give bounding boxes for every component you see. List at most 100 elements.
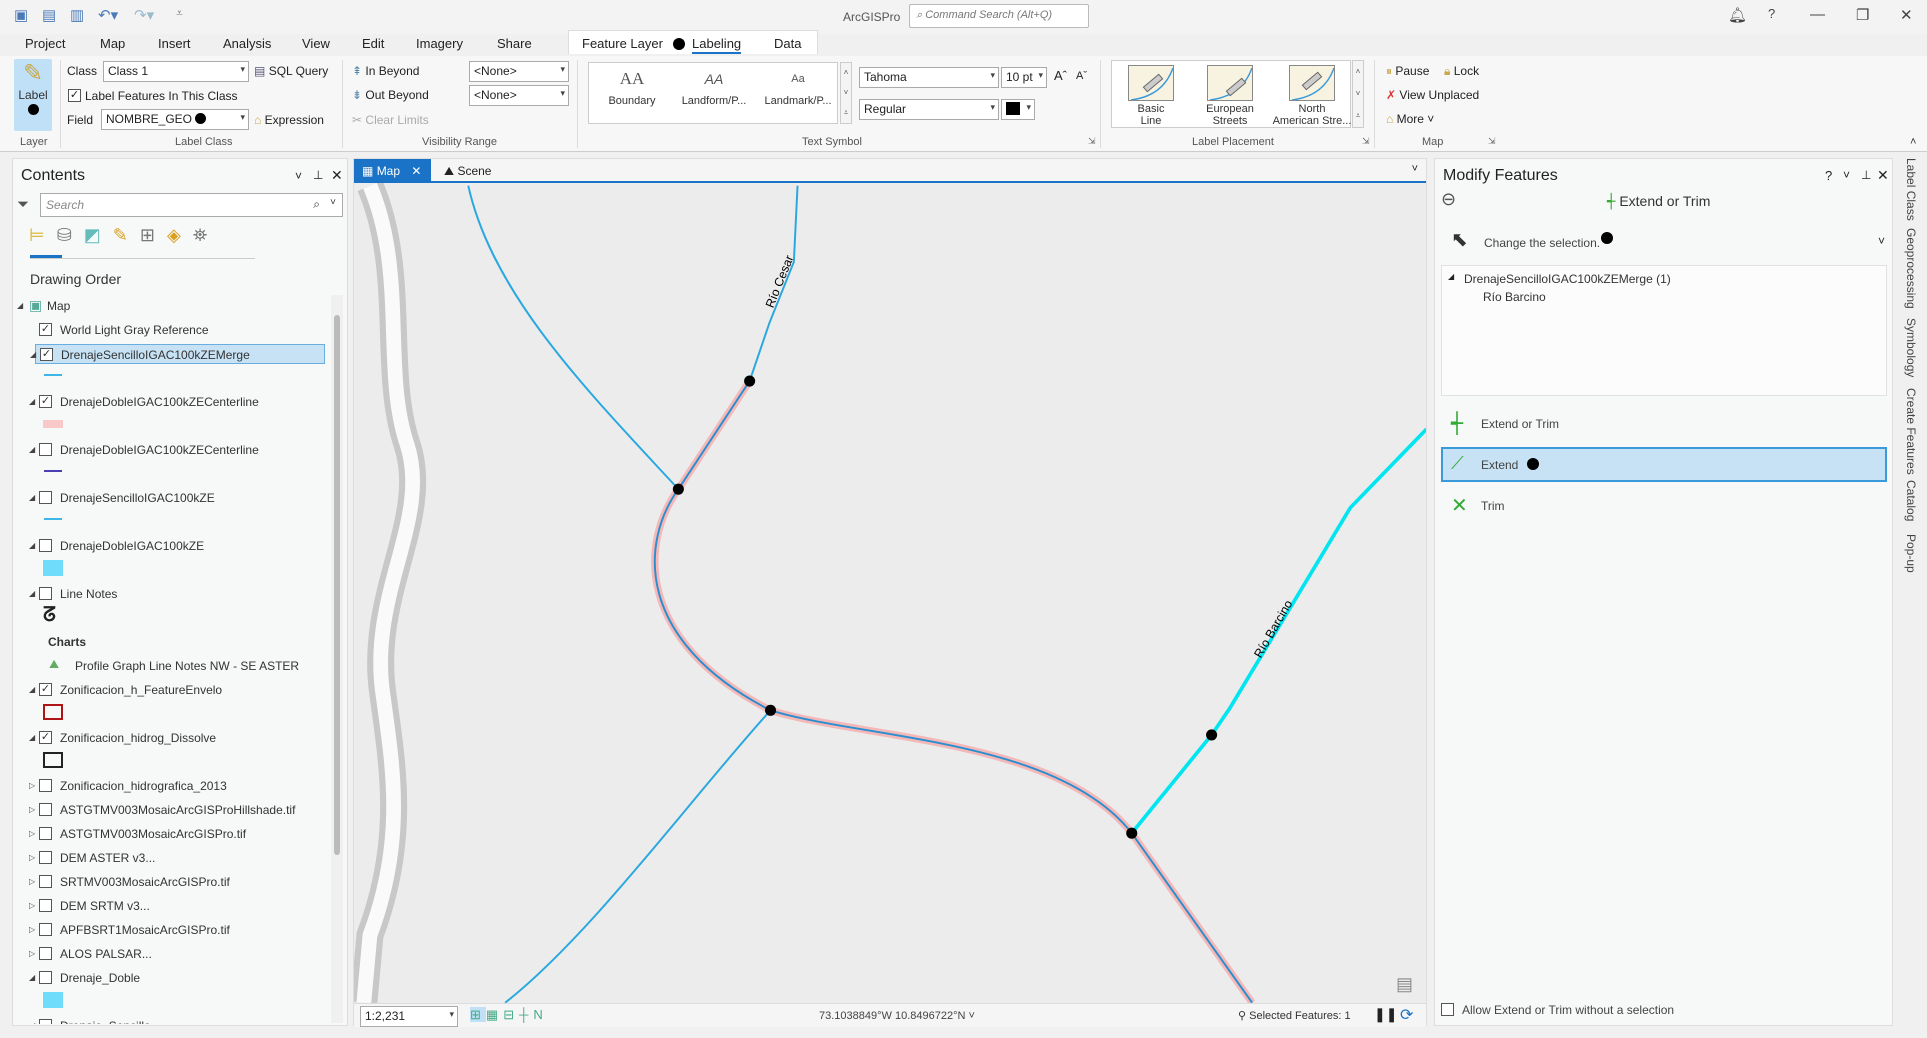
layer-visibility-checkbox[interactable] <box>39 899 52 912</box>
font-size-dropdown[interactable]: 10 pt <box>1001 67 1047 88</box>
out-beyond-dropdown[interactable]: <None> <box>469 85 569 106</box>
allow-extend-trim-checkbox[interactable] <box>1441 1003 1454 1016</box>
close-window-icon[interactable]: ✕ <box>1900 6 1913 24</box>
side-tab-catalog[interactable]: Catalog <box>1904 480 1918 521</box>
dialog-launcher-icon[interactable]: ⇲ <box>1088 136 1096 147</box>
layer-visibility-checkbox[interactable]: ✓ <box>39 731 52 744</box>
collapse-icon[interactable]: ◢ <box>29 1021 35 1024</box>
expand-icon[interactable]: ▷ <box>29 829 35 838</box>
refresh-icon[interactable]: ⟳ <box>1400 1005 1413 1025</box>
layer-item[interactable]: ◢ ✓ DrenajeDobleIGAC100kZECenterline <box>13 392 323 412</box>
coordinate-readout[interactable]: 73.1038849°W 10.8496722°N ˅ <box>819 1010 975 1022</box>
constraints-icon[interactable]: ⊟ <box>503 1007 519 1022</box>
tabs-overflow-icon[interactable]: ˅ <box>1412 163 1418 175</box>
layer-item[interactable]: ▷ DEM ASTER v3... <box>13 848 323 868</box>
collapse-icon[interactable]: ◢ <box>29 589 35 598</box>
snapping-toggle-icon[interactable]: ⊞ <box>470 1007 486 1022</box>
placement-basic-line[interactable]: Basic Line <box>1116 65 1186 127</box>
sql-query-button[interactable]: ▤ SQL Query <box>254 64 328 78</box>
minimize-icon[interactable]: — <box>1810 6 1825 23</box>
layer-item[interactable]: ✓ World Light Gray Reference <box>13 320 323 340</box>
collapse-icon[interactable]: ◢ <box>17 301 23 310</box>
side-tab-label-class[interactable]: Label Class <box>1904 158 1918 221</box>
open-project-icon[interactable]: ▤ <box>42 6 56 24</box>
layer-visibility-checkbox[interactable] <box>39 779 52 792</box>
labeling-icon[interactable]: ◈ <box>167 225 193 245</box>
close-tab-icon[interactable]: ✕ <box>411 164 421 178</box>
collapse-icon[interactable]: ◢ <box>29 973 35 982</box>
more-button[interactable]: ⌂ More ˅ <box>1386 112 1434 126</box>
map-notes-icon[interactable]: ▤ <box>1396 974 1413 995</box>
tab-scene-view[interactable]: ⛰︎ Scene <box>438 159 497 183</box>
layer-item[interactable]: ◢ Line Notes <box>13 584 323 604</box>
redo-icon[interactable]: ↷▾ <box>134 6 154 24</box>
layer-item[interactable]: ▷ APFBSRT1MosaicArcGISPro.tif <box>13 920 323 940</box>
layer-visibility-checkbox[interactable] <box>39 827 52 840</box>
collapse-icon[interactable]: ◢ <box>29 733 35 742</box>
placement-gallery-scroll[interactable]: ˄ ˅ ⩡ <box>1352 60 1364 128</box>
layer-item[interactable]: ▷ ASTGTMV003MosaicArcGISPro.tif <box>13 824 323 844</box>
class-dropdown[interactable]: Class 1 <box>103 61 249 82</box>
font-dropdown[interactable]: Tahoma <box>859 67 999 88</box>
expand-icon[interactable]: ▷ <box>29 853 35 862</box>
view-unplaced-button[interactable]: ✗ View Unplaced <box>1386 88 1479 102</box>
layer-visibility-checkbox[interactable]: ✓ <box>39 323 52 336</box>
increase-font-icon[interactable]: Aˆ <box>1054 68 1067 83</box>
pin-icon[interactable]: ⊥ <box>313 168 323 182</box>
undo-icon[interactable]: ↶▾ <box>98 6 118 24</box>
layer-visibility-checkbox[interactable] <box>39 947 52 960</box>
tab-view[interactable]: View <box>302 36 330 51</box>
font-style-dropdown[interactable]: Regular <box>859 99 999 120</box>
tool-extend-or-trim[interactable]: ┽ Extend or Trim <box>1441 407 1887 441</box>
editing-icon[interactable]: ✎ <box>113 225 140 245</box>
layer-item[interactable]: ▷ ALOS PALSAR... <box>13 944 323 964</box>
expand-icon[interactable]: ▷ <box>29 901 35 910</box>
new-project-icon[interactable]: ▣ <box>14 6 28 24</box>
map-canvas[interactable]: Río Cesar Río Barcino <box>354 183 1426 1003</box>
text-color-dropdown[interactable] <box>1001 99 1035 120</box>
collapse-icon[interactable]: ◢ <box>29 397 35 406</box>
field-dropdown[interactable]: NOMBRE_GEO <box>101 109 249 130</box>
correction-icon[interactable]: ┼ <box>519 1007 533 1022</box>
expand-icon[interactable]: ◢ <box>1448 272 1454 281</box>
help-icon[interactable]: ? <box>1825 168 1832 183</box>
clear-limits-button[interactable]: ✂ Clear Limits <box>352 113 429 127</box>
snapping-icon[interactable]: ⊞ <box>140 225 167 245</box>
gallery-scroll[interactable]: ˄ ˅ ⩡ <box>840 62 852 124</box>
pane-options-icon[interactable]: ˅ <box>1843 168 1850 182</box>
side-tab-popup[interactable]: Pop-up <box>1904 534 1918 573</box>
expression-button[interactable]: ⌂ Expression <box>254 113 324 127</box>
tab-map-view[interactable]: ▦ Map ✕ <box>354 159 431 183</box>
collapse-ribbon-icon[interactable]: ˄ <box>1910 136 1916 148</box>
collapse-icon[interactable]: ◢ <box>30 350 36 359</box>
layer-item[interactable]: ◢ ✓ Zonificacion_h_FeatureEnvelo <box>13 680 323 700</box>
back-icon[interactable]: ⊖ <box>1441 189 1456 210</box>
expand-icon[interactable]: ▷ <box>29 805 35 814</box>
layer-visibility-checkbox[interactable]: ✓ <box>40 348 53 361</box>
layer-visibility-checkbox[interactable] <box>39 971 52 984</box>
placement-european-streets[interactable]: European Streets <box>1194 65 1266 127</box>
layer-item[interactable]: ▷ DEM SRTM v3... <box>13 896 323 916</box>
layer-item[interactable]: ◢ Drenaje_Doble <box>13 968 323 988</box>
layer-item[interactable]: ◢ ▣ Map <box>13 296 323 316</box>
tab-insert[interactable]: Insert <box>158 36 191 51</box>
collapse-icon[interactable]: ◢ <box>29 445 35 454</box>
layer-visibility-checkbox[interactable] <box>39 491 52 504</box>
in-beyond-dropdown[interactable]: <None> <box>469 61 569 82</box>
layer-visibility-checkbox[interactable] <box>39 803 52 816</box>
tool-trim[interactable]: ✕ Trim <box>1441 489 1887 523</box>
help-icon[interactable]: ? <box>1768 6 1775 21</box>
text-style-boundary[interactable]: AA Boundary <box>597 70 667 107</box>
notifications-icon[interactable]: 🔔︎ <box>1728 6 1747 24</box>
tab-project[interactable]: Project <box>25 36 65 51</box>
layer-item[interactable]: ◢ DrenajeSencilloIGAC100kZE <box>13 488 323 508</box>
layer-visibility-checkbox[interactable] <box>39 923 52 936</box>
in-beyond-button[interactable]: ⇞ In Beyond <box>352 64 419 78</box>
layer-visibility-checkbox[interactable]: ✓ <box>39 683 52 696</box>
pause-labeling-button[interactable]: ⏸︎ Pause <box>1386 64 1429 79</box>
side-tab-create-features[interactable]: Create Features <box>1904 388 1918 475</box>
scale-dropdown[interactable]: 1:2,231 <box>360 1006 458 1027</box>
layer-item[interactable]: ◢ Drenaje_Sencillo <box>13 1016 323 1024</box>
text-style-landform[interactable]: AA Landform/P... <box>675 72 753 107</box>
contents-search-input[interactable]: Search ⌕ ˅ <box>40 193 343 217</box>
